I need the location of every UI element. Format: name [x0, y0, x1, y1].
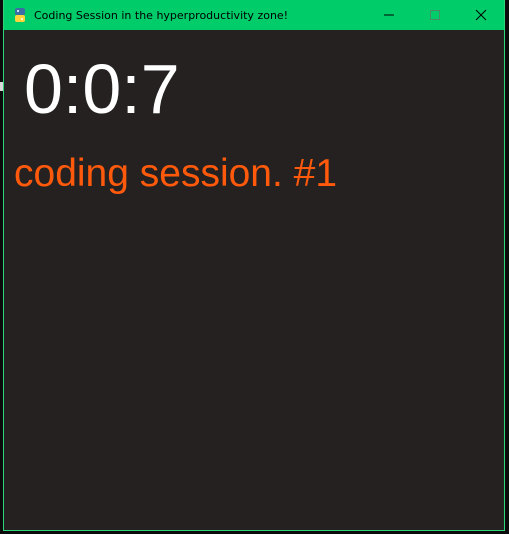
window-title: Coding Session in the hyperproductivity …: [34, 8, 289, 22]
title-bar[interactable]: Coding Session in the hyperproductivity …: [4, 0, 504, 30]
close-button[interactable]: [458, 0, 504, 30]
elapsed-timer: 0:0:7: [24, 50, 180, 128]
python-snake-icon: [12, 7, 28, 23]
session-label: coding session. #1: [14, 152, 338, 195]
close-icon: [475, 9, 487, 21]
maximize-icon: [430, 10, 440, 20]
app-window: Coding Session in the hyperproductivity …: [3, 0, 505, 531]
minimize-icon: [384, 14, 394, 16]
main-content: 0:0:7 coding session. #1: [4, 30, 504, 530]
minimize-button[interactable]: [366, 0, 412, 30]
window-controls: [366, 0, 504, 30]
maximize-button[interactable]: [412, 0, 458, 30]
